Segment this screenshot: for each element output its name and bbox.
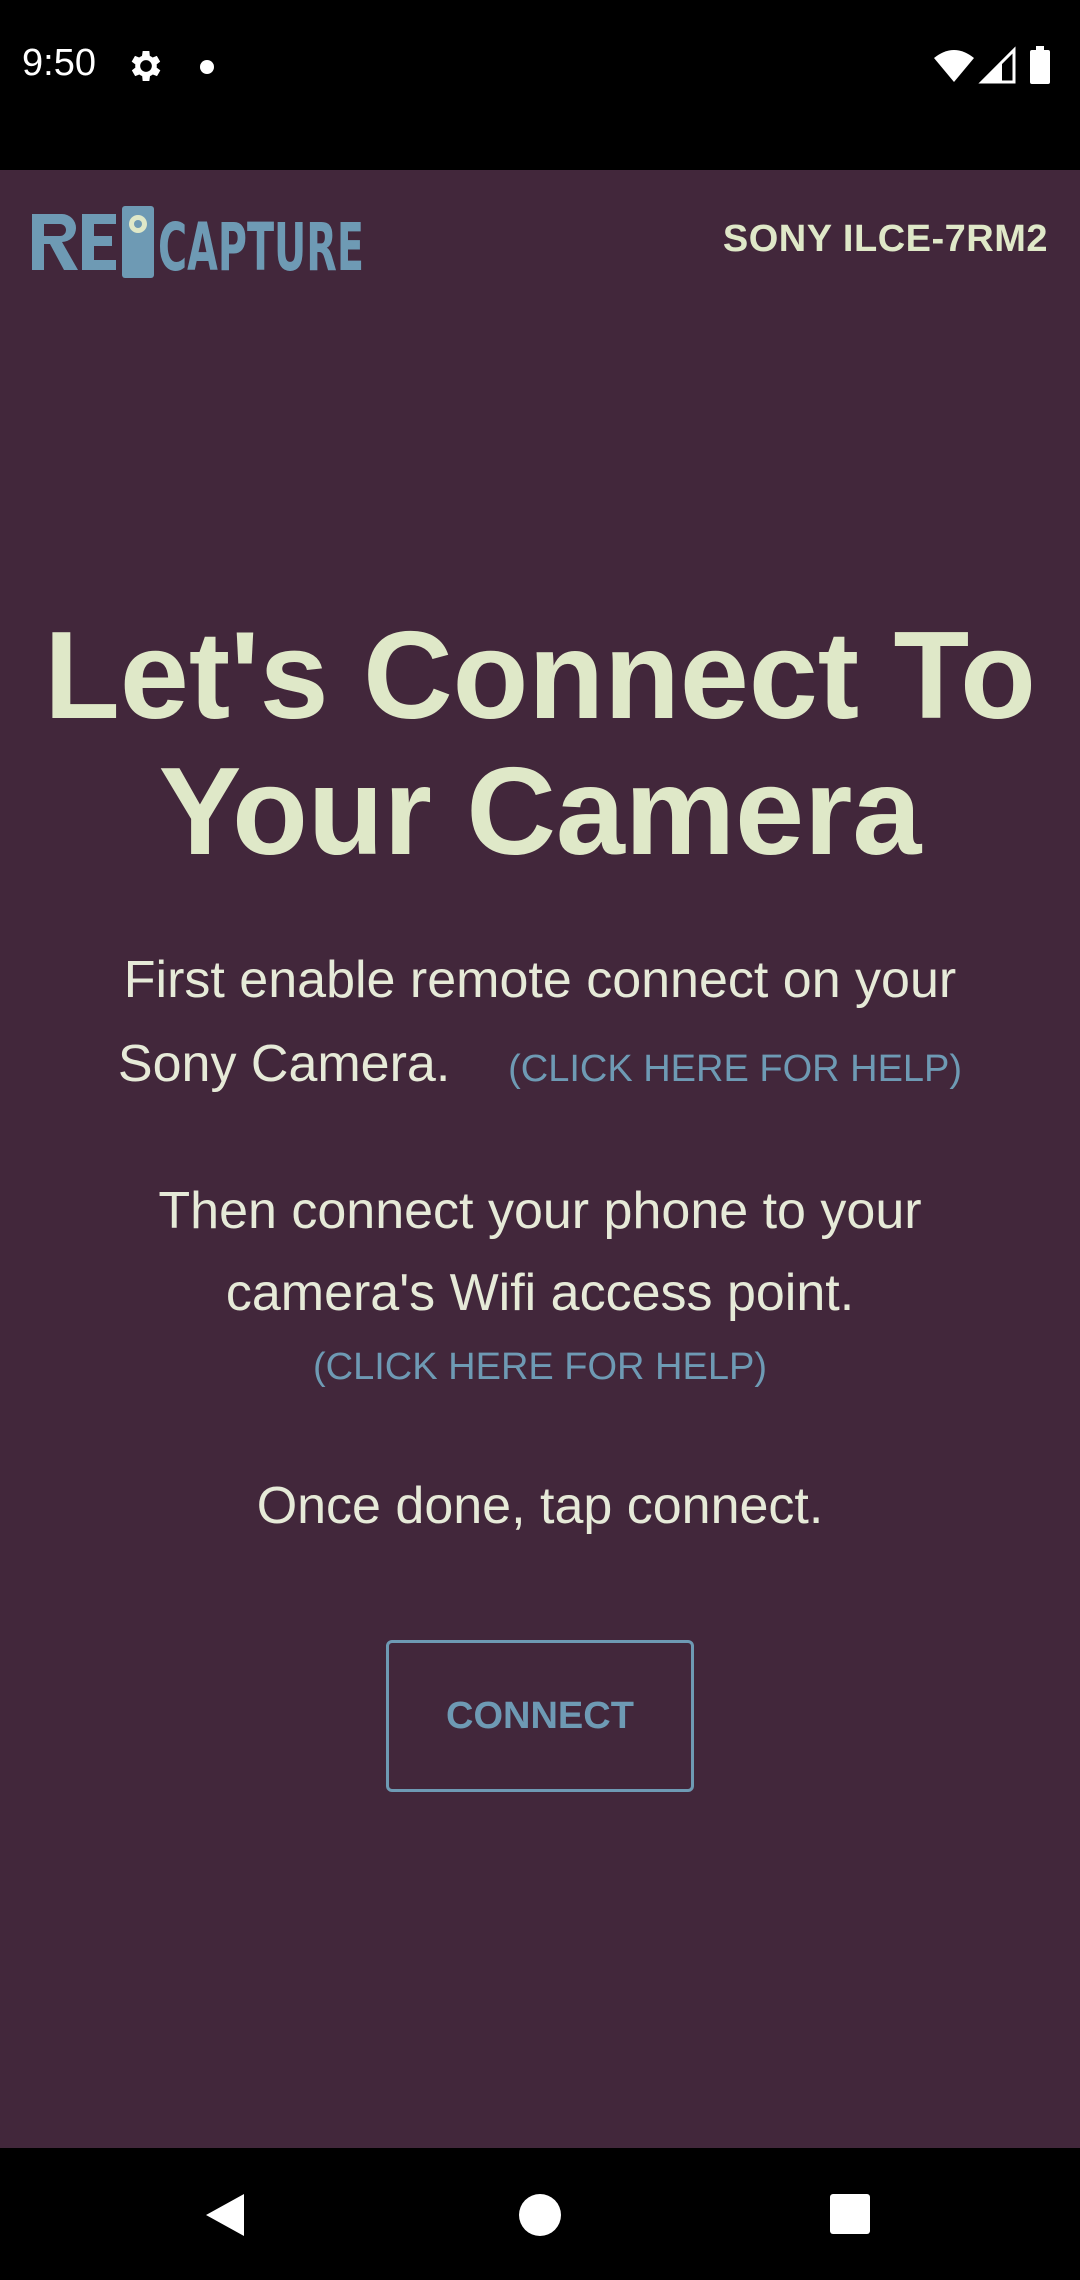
status-bar: 9:50	[0, 0, 1080, 170]
headline-line-2: Your Camera	[158, 743, 922, 881]
home-icon[interactable]	[519, 2194, 561, 2236]
cell-signal-icon	[978, 46, 1016, 84]
step3-text: Once done, tap connect.	[256, 1477, 824, 1535]
step1-help-link[interactable]: (CLICK HERE FOR HELP)	[508, 1048, 962, 1090]
recents-icon[interactable]	[830, 2194, 870, 2234]
gear-icon	[131, 51, 161, 81]
page-title: Let's Connect To Your Camera	[0, 608, 1080, 880]
step2-instructions: Then connect your phone to your camera's…	[0, 1170, 1080, 1334]
headline-line-1: Let's Connect To	[44, 607, 1036, 745]
step1-text-line-2: Sony Camera.	[117, 1035, 451, 1093]
step1-text-line-1: First enable remote connect on your	[123, 951, 957, 1009]
step2-text-line-1: Then connect your phone to your	[158, 1182, 922, 1240]
navigation-bar	[0, 2148, 1080, 2280]
connect-button[interactable]: CONNECT	[386, 1640, 694, 1792]
status-time: 9:50	[22, 42, 96, 84]
step2-text-line-2: camera's Wifi access point.	[225, 1264, 855, 1322]
screen: 9:50 CAPTURE SONY ILCE-7RM2 Let's Connec…	[0, 0, 1080, 2280]
app-content: CAPTURE SONY ILCE-7RM2 Let's Connect To …	[0, 170, 1080, 2148]
step1-instructions: First enable remote connect on your Sony…	[0, 938, 1080, 1111]
step2-help-link[interactable]: (CLICK HERE FOR HELP)	[313, 1346, 767, 1388]
wifi-icon	[934, 50, 974, 82]
svg-text:CAPTURE: CAPTURE	[158, 209, 364, 278]
back-icon[interactable]	[204, 2192, 246, 2238]
battery-icon	[1030, 46, 1050, 84]
notification-dot-icon	[200, 60, 214, 74]
status-icons	[934, 46, 1050, 84]
device-name: SONY ILCE-7RM2	[722, 218, 1048, 260]
app-logo: CAPTURE	[32, 206, 364, 278]
